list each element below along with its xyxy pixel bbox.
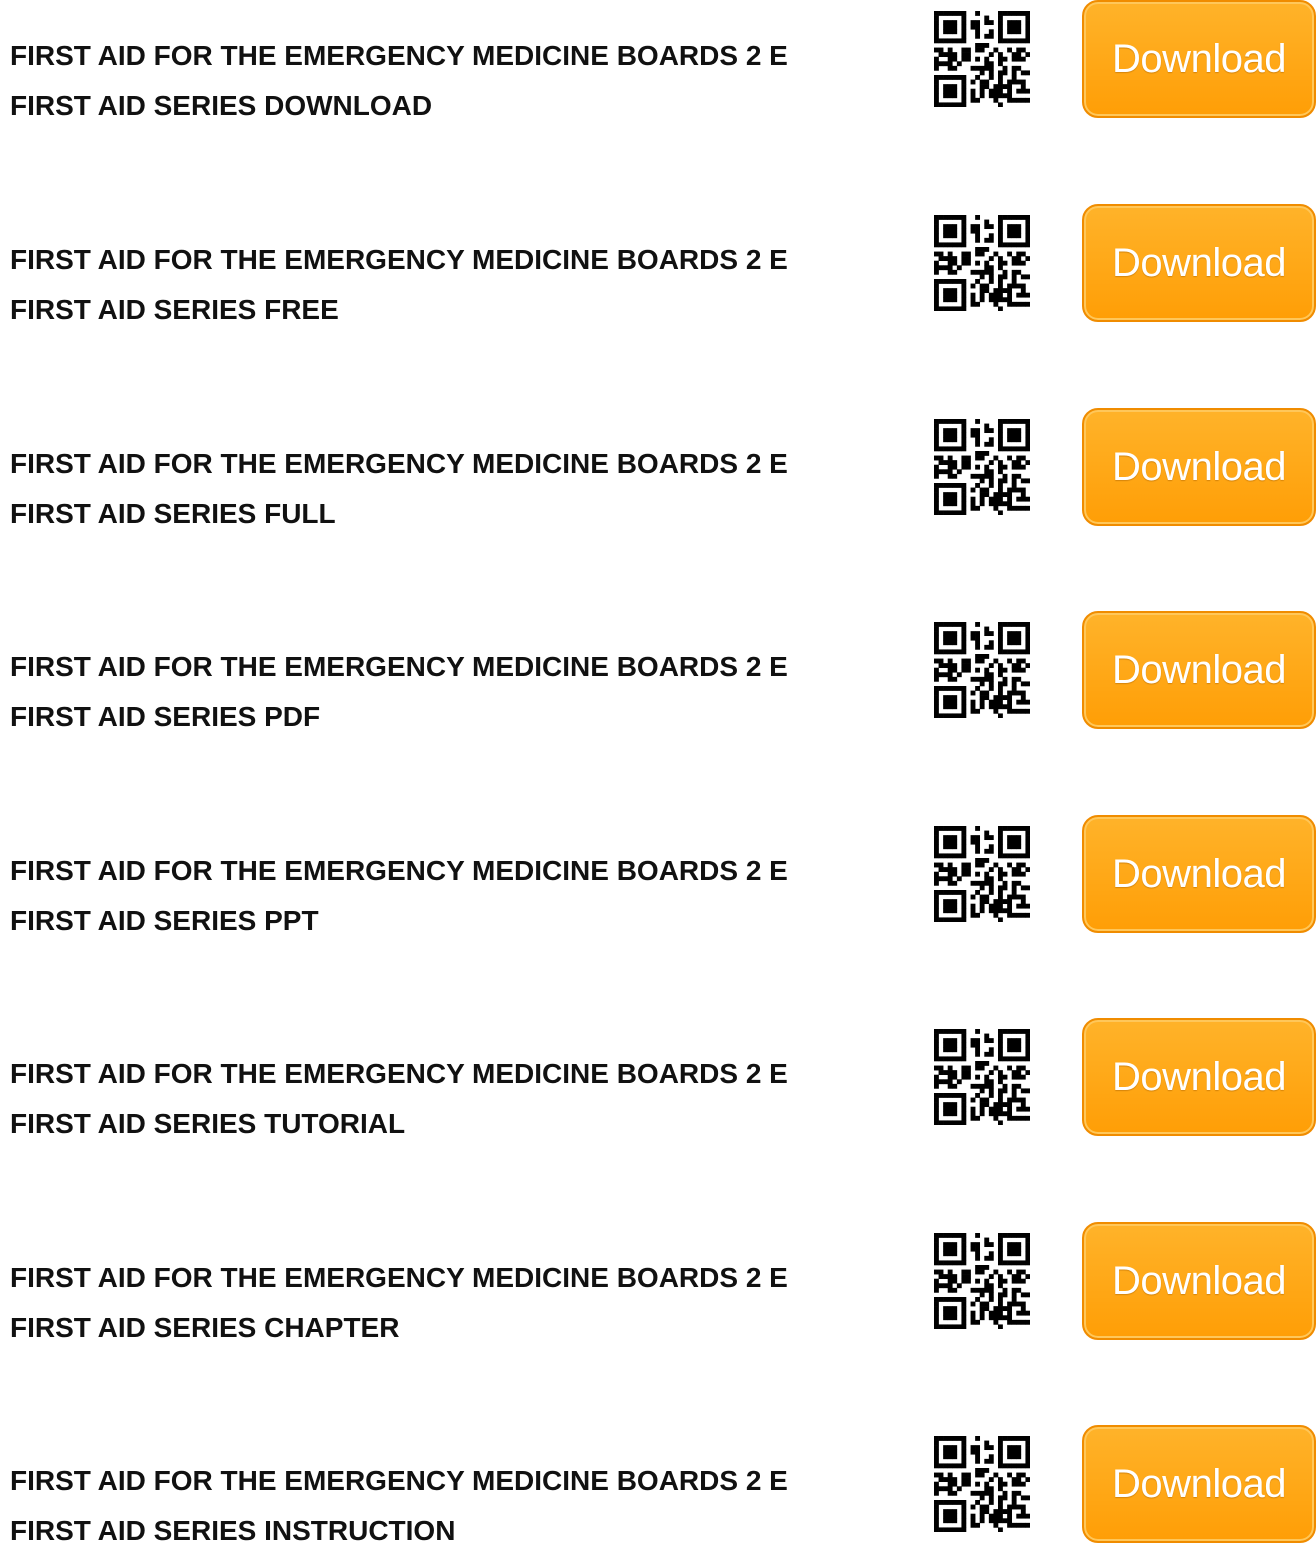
download-button-label: Download xyxy=(1112,36,1286,81)
download-button[interactable]: Download xyxy=(1082,815,1316,933)
download-button-label: Download xyxy=(1112,851,1286,896)
download-button[interactable]: Download xyxy=(1082,204,1316,322)
item-title: FIRST AID FOR THE EMERGENCY MEDICINE BOA… xyxy=(10,1049,910,1149)
qr-code-icon xyxy=(934,1029,1030,1125)
item-title-line2: FIRST AID SERIES DOWNLOAD xyxy=(10,90,433,121)
list-item: FIRST AID FOR THE EMERGENCY MEDICINE BOA… xyxy=(0,815,1316,936)
download-button[interactable]: Download xyxy=(1082,611,1316,729)
download-button[interactable]: Download xyxy=(1082,408,1316,526)
qr-code-icon xyxy=(934,1436,1030,1532)
item-title: FIRST AID FOR THE EMERGENCY MEDICINE BOA… xyxy=(10,439,910,539)
qr-code-icon xyxy=(934,826,1030,922)
item-title-line1: FIRST AID FOR THE EMERGENCY MEDICINE BOA… xyxy=(10,1262,788,1293)
item-title: FIRST AID FOR THE EMERGENCY MEDICINE BOA… xyxy=(10,235,910,335)
item-title-line2: FIRST AID SERIES CHAPTER xyxy=(10,1312,400,1343)
item-title: FIRST AID FOR THE EMERGENCY MEDICINE BOA… xyxy=(10,642,910,742)
list-item: FIRST AID FOR THE EMERGENCY MEDICINE BOA… xyxy=(0,1425,1316,1546)
item-title-line1: FIRST AID FOR THE EMERGENCY MEDICINE BOA… xyxy=(10,244,788,275)
qr-code-icon xyxy=(934,11,1030,107)
qr-code-icon xyxy=(934,419,1030,515)
item-title-line1: FIRST AID FOR THE EMERGENCY MEDICINE BOA… xyxy=(10,651,788,682)
list-item: FIRST AID FOR THE EMERGENCY MEDICINE BOA… xyxy=(0,204,1316,325)
qr-code-icon xyxy=(934,1233,1030,1329)
item-title: FIRST AID FOR THE EMERGENCY MEDICINE BOA… xyxy=(10,1456,910,1556)
item-title-line1: FIRST AID FOR THE EMERGENCY MEDICINE BOA… xyxy=(10,448,788,479)
download-button-label: Download xyxy=(1112,647,1286,692)
download-button-label: Download xyxy=(1112,444,1286,489)
item-title-line2: FIRST AID SERIES PPT xyxy=(10,905,319,936)
download-button-label: Download xyxy=(1112,1461,1286,1506)
item-title-line1: FIRST AID FOR THE EMERGENCY MEDICINE BOA… xyxy=(10,40,788,71)
list-item: FIRST AID FOR THE EMERGENCY MEDICINE BOA… xyxy=(0,408,1316,529)
download-button-label: Download xyxy=(1112,1258,1286,1303)
item-title-line2: FIRST AID SERIES FULL xyxy=(10,498,336,529)
download-button[interactable]: Download xyxy=(1082,1425,1316,1543)
item-title: FIRST AID FOR THE EMERGENCY MEDICINE BOA… xyxy=(10,31,910,131)
item-title-line1: FIRST AID FOR THE EMERGENCY MEDICINE BOA… xyxy=(10,1058,788,1089)
list-item: FIRST AID FOR THE EMERGENCY MEDICINE BOA… xyxy=(0,611,1316,732)
item-title: FIRST AID FOR THE EMERGENCY MEDICINE BOA… xyxy=(10,1253,910,1353)
download-button[interactable]: Download xyxy=(1082,1222,1316,1340)
item-title-line1: FIRST AID FOR THE EMERGENCY MEDICINE BOA… xyxy=(10,1465,788,1496)
qr-code-icon xyxy=(934,622,1030,718)
list-item: FIRST AID FOR THE EMERGENCY MEDICINE BOA… xyxy=(0,0,1316,121)
item-title-line2: FIRST AID SERIES INSTRUCTION xyxy=(10,1515,456,1546)
list-item: FIRST AID FOR THE EMERGENCY MEDICINE BOA… xyxy=(0,1018,1316,1139)
download-button[interactable]: Download xyxy=(1082,1018,1316,1136)
download-list: FIRST AID FOR THE EMERGENCY MEDICINE BOA… xyxy=(0,0,1316,1546)
download-button-label: Download xyxy=(1112,240,1286,285)
item-title: FIRST AID FOR THE EMERGENCY MEDICINE BOA… xyxy=(10,846,910,946)
download-button-label: Download xyxy=(1112,1054,1286,1099)
download-button[interactable]: Download xyxy=(1082,0,1316,118)
item-title-line2: FIRST AID SERIES PDF xyxy=(10,701,321,732)
item-title-line2: FIRST AID SERIES FREE xyxy=(10,294,339,325)
item-title-line2: FIRST AID SERIES TUTORIAL xyxy=(10,1108,406,1139)
list-item: FIRST AID FOR THE EMERGENCY MEDICINE BOA… xyxy=(0,1222,1316,1343)
item-title-line1: FIRST AID FOR THE EMERGENCY MEDICINE BOA… xyxy=(10,855,788,886)
qr-code-icon xyxy=(934,215,1030,311)
